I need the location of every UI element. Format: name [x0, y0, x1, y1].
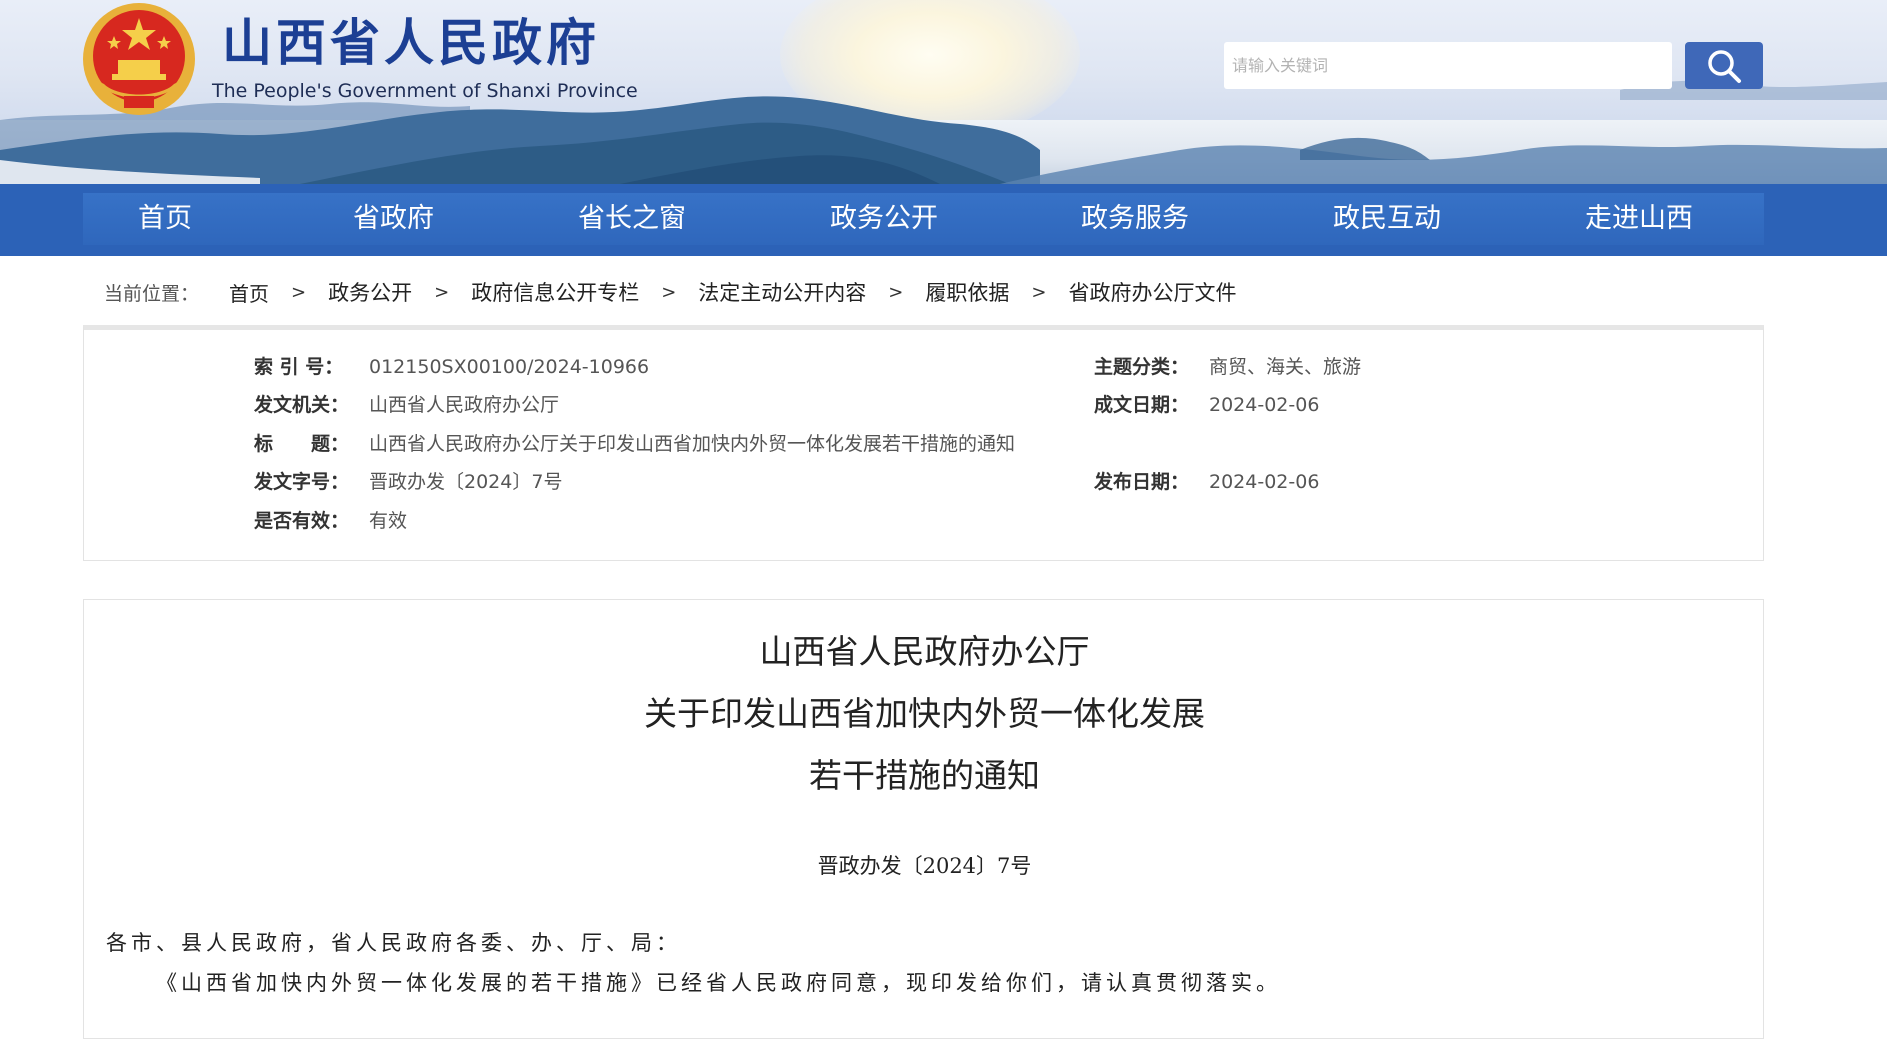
index-label: 索 引 号： [254, 356, 344, 378]
issuer-value: 山西省人民政府办公厅 [369, 394, 560, 416]
document-info-panel: 索 引 号： 012150SX00100/2024-10966 主题分类： 商贸… [83, 325, 1764, 561]
doc-number: 晋政办发〔2024〕7号 [817, 854, 1032, 878]
site-subtitle: The People's Government of Shanxi Provin… [212, 80, 638, 102]
doc-title-line-3: 若干措施的通知 [809, 756, 1040, 795]
breadcrumb-item-statutory-content[interactable]: 法定主动公开内容 [698, 277, 866, 307]
publish-date-value: 2024-02-06 [1209, 471, 1320, 493]
nav-item-provincial-government[interactable]: 省政府 [353, 193, 434, 245]
main-nav: 首页 省政府 省长之窗 政务公开 政务服务 政民互动 走进山西 [83, 193, 1764, 245]
breadcrumb-item-duty-basis[interactable]: 履职依据 [925, 277, 1009, 307]
breadcrumb-separator: > [1031, 281, 1047, 303]
breadcrumb-item-info-disclosure[interactable]: 政府信息公开专栏 [471, 277, 639, 307]
doc-salutation: 各市、县人民政府，省人民政府各委、办、厅、局： [106, 931, 681, 955]
info-row-issuer: 发文机关： 山西省人民政府办公厅 成文日期： 2024-02-06 [84, 390, 1764, 420]
main-navbar: 首页 省政府 省长之窗 政务公开 政务服务 政民互动 走进山西 [0, 184, 1887, 256]
nav-item-about-shanxi[interactable]: 走进山西 [1585, 193, 1693, 245]
site-header: 山西省人民政府 The People's Government of Shanx… [0, 0, 1887, 184]
breadcrumb-item-home[interactable]: 首页 [229, 278, 269, 307]
nav-item-home[interactable]: 首页 [138, 193, 192, 245]
search-input[interactable] [1224, 42, 1672, 89]
info-row-validity: 是否有效： 有效 [84, 506, 1764, 536]
written-date-value: 2024-02-06 [1209, 394, 1320, 416]
breadcrumb-separator: > [291, 281, 307, 303]
article-content: 山西省人民政府办公厅 关于印发山西省加快内外贸一体化发展 若干措施的通知 晋政办… [83, 599, 1764, 1039]
title-value: 山西省人民政府办公厅关于印发山西省加快内外贸一体化发展若干措施的通知 [369, 433, 1016, 455]
info-row-doc-number: 发文字号： 晋政办发〔2024〕7号 发布日期： 2024-02-06 [84, 467, 1764, 497]
validity-label: 是否有效： [254, 510, 350, 532]
validity-value: 有效 [369, 510, 408, 532]
doc-number-value: 晋政办发〔2024〕7号 [369, 471, 563, 493]
written-date-label: 成文日期： [1094, 394, 1190, 416]
search-button[interactable] [1685, 42, 1763, 89]
info-row-index: 索 引 号： 012150SX00100/2024-10966 主题分类： 商贸… [84, 352, 1764, 382]
topic-label: 主题分类： [1094, 356, 1190, 378]
nav-item-interaction[interactable]: 政民互动 [1333, 193, 1441, 245]
doc-paragraph: 《山西省加快内外贸一体化发展的若干措施》已经省人民政府同意，现印发给你们，请认真… [156, 971, 1281, 995]
info-row-title: 标 题： 山西省人民政府办公厅关于印发山西省加快内外贸一体化发展若干措施的通知 [84, 429, 1764, 459]
doc-number-label: 发文字号： [254, 471, 350, 493]
nav-item-government-services[interactable]: 政务服务 [1081, 193, 1189, 245]
site-title: 山西省人民政府 [222, 13, 600, 72]
breadcrumb-separator: > [888, 281, 904, 303]
breadcrumb: 当前位置： 首页 > 政务公开 > 政府信息公开专栏 > 法定主动公开内容 > … [104, 277, 1236, 307]
doc-title-line-1: 山西省人民政府办公厅 [759, 632, 1090, 671]
nav-item-governor-window[interactable]: 省长之窗 [578, 193, 686, 245]
national-emblem-icon [83, 3, 195, 115]
publish-date-label: 发布日期： [1094, 471, 1190, 493]
topic-value: 商贸、海关、旅游 [1209, 356, 1362, 378]
breadcrumb-label: 当前位置： [104, 282, 200, 305]
title-label: 标 题： [254, 433, 350, 455]
magnifier-icon [1708, 49, 1741, 83]
nav-item-government-affairs[interactable]: 政务公开 [830, 193, 938, 245]
doc-title-line-2: 关于印发山西省加快内外贸一体化发展 [644, 694, 1205, 733]
index-value: 012150SX00100/2024-10966 [369, 356, 650, 378]
breadcrumb-item-office-documents[interactable]: 省政府办公厅文件 [1068, 277, 1236, 307]
breadcrumb-item-government-affairs[interactable]: 政务公开 [328, 277, 412, 307]
breadcrumb-separator: > [661, 281, 677, 303]
breadcrumb-separator: > [434, 281, 450, 303]
issuer-label: 发文机关： [254, 394, 350, 416]
